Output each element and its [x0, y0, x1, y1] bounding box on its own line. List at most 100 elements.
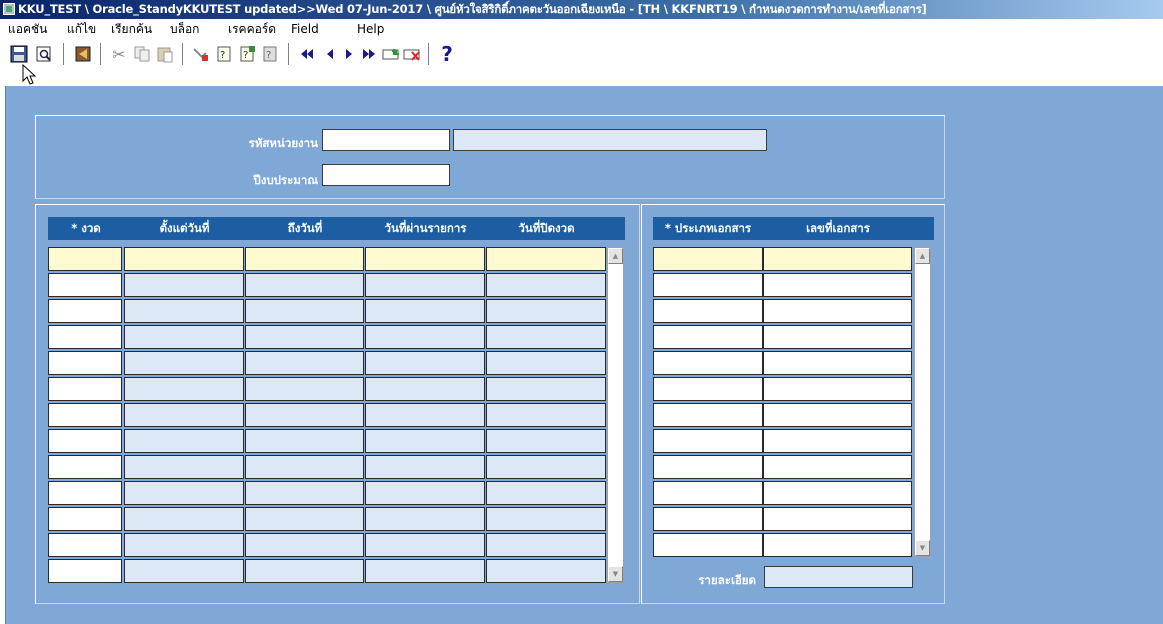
periods-cell-11-col-4[interactable] — [365, 507, 485, 531]
documents-cell-10-col-2[interactable] — [763, 481, 912, 505]
documents-cell-6-col-1[interactable] — [653, 377, 763, 401]
periods-cell-13-col-1[interactable] — [48, 559, 122, 583]
documents-scrollbar[interactable]: ▲ ▼ — [914, 247, 931, 557]
periods-cell-5-col-2[interactable] — [124, 351, 244, 375]
periods-cell-10-col-5[interactable] — [486, 481, 606, 505]
documents-cell-4-col-2[interactable] — [763, 325, 912, 349]
periods-cell-13-col-3[interactable] — [245, 559, 364, 583]
periods-cell-12-col-4[interactable] — [365, 533, 485, 557]
documents-cell-3-col-1[interactable] — [653, 299, 763, 323]
first-record-icon[interactable] — [296, 43, 318, 65]
documents-cell-1-col-2[interactable] — [763, 247, 912, 271]
documents-cell-9-col-2[interactable] — [763, 455, 912, 479]
periods-cell-1-col-5[interactable] — [486, 247, 606, 271]
documents-cell-5-col-1[interactable] — [653, 351, 763, 375]
menu-block[interactable]: บล็อก — [170, 19, 199, 39]
print-preview-icon[interactable] — [33, 43, 55, 65]
unit-code-input[interactable] — [322, 129, 450, 151]
periods-cell-7-col-1[interactable] — [48, 403, 122, 427]
periods-cell-13-col-4[interactable] — [365, 559, 485, 583]
periods-cell-12-col-2[interactable] — [124, 533, 244, 557]
save-icon[interactable] — [8, 43, 30, 65]
menu-help[interactable]: Help — [357, 19, 384, 39]
periods-cell-5-col-5[interactable] — [486, 351, 606, 375]
periods-cell-8-col-2[interactable] — [124, 429, 244, 453]
paste-icon[interactable] — [154, 43, 176, 65]
periods-cell-4-col-3[interactable] — [245, 325, 364, 349]
documents-cell-3-col-2[interactable] — [763, 299, 912, 323]
last-record-icon[interactable] — [358, 43, 380, 65]
documents-cell-7-col-2[interactable] — [763, 403, 912, 427]
menu-field[interactable]: Field — [291, 19, 319, 39]
periods-cell-7-col-5[interactable] — [486, 403, 606, 427]
periods-cell-10-col-4[interactable] — [365, 481, 485, 505]
periods-cell-12-col-3[interactable] — [245, 533, 364, 557]
periods-cell-1-col-3[interactable] — [245, 247, 364, 271]
documents-cell-2-col-1[interactable] — [653, 273, 763, 297]
periods-cell-10-col-1[interactable] — [48, 481, 122, 505]
periods-cell-3-col-2[interactable] — [124, 299, 244, 323]
periods-cell-13-col-5[interactable] — [486, 559, 606, 583]
periods-cell-6-col-4[interactable] — [365, 377, 485, 401]
periods-cell-12-col-5[interactable] — [486, 533, 606, 557]
periods-cell-13-col-2[interactable] — [124, 559, 244, 583]
periods-cell-4-col-2[interactable] — [124, 325, 244, 349]
periods-cell-5-col-3[interactable] — [245, 351, 364, 375]
periods-cell-2-col-5[interactable] — [486, 273, 606, 297]
periods-cell-9-col-1[interactable] — [48, 455, 122, 479]
periods-cell-4-col-1[interactable] — [48, 325, 122, 349]
documents-cell-2-col-2[interactable] — [763, 273, 912, 297]
periods-cell-7-col-2[interactable] — [124, 403, 244, 427]
documents-cell-11-col-2[interactable] — [763, 507, 912, 531]
scroll-up-arrow-icon[interactable]: ▲ — [915, 248, 930, 264]
copy-icon[interactable] — [131, 43, 153, 65]
scroll-down-arrow-icon[interactable]: ▼ — [608, 566, 623, 582]
next-record-icon[interactable] — [338, 43, 360, 65]
documents-cell-11-col-1[interactable] — [653, 507, 763, 531]
periods-cell-8-col-1[interactable] — [48, 429, 122, 453]
periods-cell-1-col-2[interactable] — [124, 247, 244, 271]
help-icon[interactable]: ? — [436, 42, 458, 66]
periods-cell-6-col-2[interactable] — [124, 377, 244, 401]
query-count-icon[interactable]: ? — [259, 43, 281, 65]
menu-edit[interactable]: แก้ไข — [67, 19, 96, 39]
periods-cell-3-col-3[interactable] — [245, 299, 364, 323]
documents-cell-1-col-1[interactable] — [653, 247, 763, 271]
periods-cell-10-col-3[interactable] — [245, 481, 364, 505]
periods-cell-8-col-3[interactable] — [245, 429, 364, 453]
periods-cell-11-col-2[interactable] — [124, 507, 244, 531]
periods-cell-7-col-4[interactable] — [365, 403, 485, 427]
query-enter-icon[interactable]: ? — [213, 43, 235, 65]
menu-query[interactable]: เรียกค้น — [111, 19, 152, 39]
periods-cell-6-col-1[interactable] — [48, 377, 122, 401]
periods-cell-10-col-2[interactable] — [124, 481, 244, 505]
insert-record-icon[interactable] — [380, 43, 402, 65]
documents-cell-8-col-1[interactable] — [653, 429, 763, 453]
documents-cell-6-col-2[interactable] — [763, 377, 912, 401]
documents-cell-7-col-1[interactable] — [653, 403, 763, 427]
periods-cell-2-col-1[interactable] — [48, 273, 122, 297]
periods-cell-11-col-3[interactable] — [245, 507, 364, 531]
periods-cell-3-col-5[interactable] — [486, 299, 606, 323]
periods-cell-9-col-2[interactable] — [124, 455, 244, 479]
periods-cell-9-col-4[interactable] — [365, 455, 485, 479]
scroll-up-arrow-icon[interactable]: ▲ — [608, 248, 623, 264]
periods-cell-11-col-5[interactable] — [486, 507, 606, 531]
periods-cell-6-col-3[interactable] — [245, 377, 364, 401]
periods-cell-2-col-4[interactable] — [365, 273, 485, 297]
periods-cell-2-col-2[interactable] — [124, 273, 244, 297]
query-execute-icon[interactable]: ? — [236, 43, 258, 65]
cut-icon[interactable]: ✂ — [108, 43, 130, 65]
periods-cell-4-col-5[interactable] — [486, 325, 606, 349]
delete-record-icon[interactable] — [401, 43, 423, 65]
periods-cell-9-col-5[interactable] — [486, 455, 606, 479]
fiscal-year-input[interactable] — [322, 164, 450, 186]
periods-cell-2-col-3[interactable] — [245, 273, 364, 297]
periods-cell-3-col-1[interactable] — [48, 299, 122, 323]
periods-cell-7-col-3[interactable] — [245, 403, 364, 427]
detail-field[interactable] — [764, 566, 913, 588]
documents-cell-4-col-1[interactable] — [653, 325, 763, 349]
menu-record[interactable]: เรคคอร์ด — [228, 19, 276, 39]
documents-cell-8-col-2[interactable] — [763, 429, 912, 453]
periods-cell-6-col-5[interactable] — [486, 377, 606, 401]
